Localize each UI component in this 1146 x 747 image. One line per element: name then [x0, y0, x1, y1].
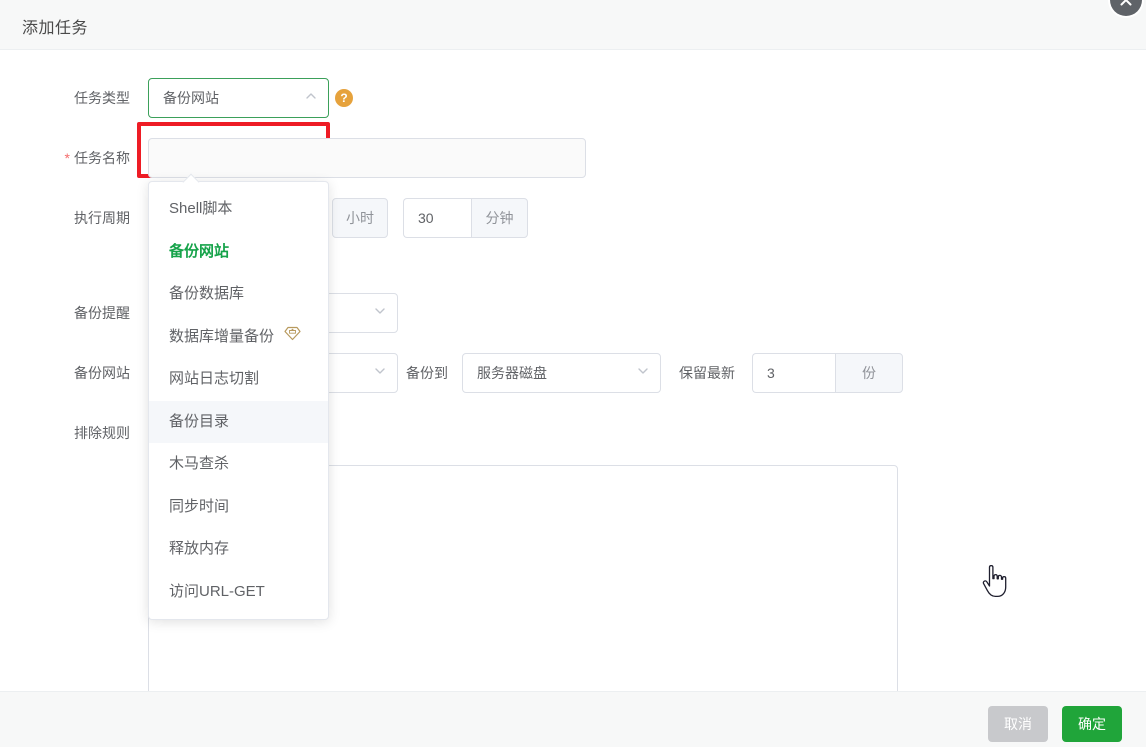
dialog-footer: 取消 确定 — [0, 691, 1146, 747]
dialog-body: 任务类型 备份网站 ? *任务名称 执行周期 小时 30 — [0, 50, 1146, 691]
schedule-minute-suffix: 分钟 — [471, 198, 528, 238]
keep-latest-suffix: 份 — [835, 353, 903, 393]
cancel-button[interactable]: 取消 — [988, 706, 1048, 742]
required-marker: * — [65, 150, 70, 166]
keep-latest-label: 保留最新 — [679, 353, 735, 393]
chevron-down-icon — [373, 294, 387, 332]
dropdown-item-label: 备份网站 — [169, 243, 229, 260]
dropdown-item-label: 访问URL-GET — [169, 583, 265, 600]
gem-icon — [284, 316, 301, 359]
label-task-type: 任务类型 — [20, 78, 130, 118]
task-type-help-icon[interactable]: ? — [335, 89, 353, 107]
task-type-select-value: 备份网站 — [163, 90, 219, 106]
dropdown-item-label: 备份数据库 — [169, 285, 244, 302]
dropdown-item-release-memory[interactable]: 释放内存 — [149, 528, 328, 571]
task-type-dropdown: Shell脚本 备份网站 备份数据库 数据库增量备份 网站 — [148, 181, 329, 620]
dropdown-item-visit-url-get[interactable]: 访问URL-GET — [149, 571, 328, 614]
label-exclude-rules: 排除规则 — [20, 413, 130, 453]
dropdown-item-label: 同步时间 — [169, 498, 229, 515]
chevron-up-icon — [304, 79, 318, 117]
keep-latest-value: 3 — [767, 365, 775, 381]
keep-latest-input[interactable]: 3 — [752, 353, 835, 393]
label-task-name: *任务名称 — [20, 138, 130, 178]
task-name-input[interactable] — [148, 138, 586, 178]
dropdown-item-sync-time[interactable]: 同步时间 — [149, 486, 328, 529]
label-backup-reminder: 备份提醒 — [20, 293, 130, 333]
chevron-down-icon — [373, 354, 387, 392]
dropdown-item-label: 数据库增量备份 — [169, 328, 274, 345]
label-schedule: 执行周期 — [20, 198, 130, 238]
schedule-minute-input[interactable]: 30 — [403, 198, 471, 238]
dropdown-item-backup-directory[interactable]: 备份目录 — [149, 401, 328, 444]
schedule-minute-value: 30 — [418, 210, 434, 226]
backup-to-select-value: 服务器磁盘 — [477, 365, 547, 381]
chevron-down-icon — [636, 354, 650, 392]
backup-to-label: 备份到 — [406, 353, 448, 393]
add-task-dialog: 添加任务 任务类型 备份网站 ? *任务名称 — [0, 0, 1146, 747]
dropdown-item-shell-script[interactable]: Shell脚本 — [149, 188, 328, 231]
schedule-hour-suffix: 小时 — [332, 198, 388, 238]
confirm-button[interactable]: 确定 — [1062, 706, 1122, 742]
dropdown-item-website-log-split[interactable]: 网站日志切割 — [149, 358, 328, 401]
dropdown-item-label: 备份目录 — [169, 413, 229, 430]
dropdown-item-trojan-scan[interactable]: 木马查杀 — [149, 443, 328, 486]
backup-to-select[interactable]: 服务器磁盘 — [462, 353, 661, 393]
dropdown-item-backup-website[interactable]: 备份网站 — [149, 231, 328, 274]
dropdown-item-backup-database[interactable]: 备份数据库 — [149, 273, 328, 316]
label-backup-website: 备份网站 — [20, 353, 130, 393]
task-type-select[interactable]: 备份网站 — [148, 78, 329, 118]
label-task-name-text: 任务名称 — [74, 150, 130, 166]
dialog-header: 添加任务 — [0, 0, 1146, 50]
dropdown-item-label: 网站日志切割 — [169, 370, 259, 387]
dropdown-item-label: 木马查杀 — [169, 455, 229, 472]
dropdown-item-label: Shell脚本 — [169, 200, 232, 217]
dropdown-item-label: 释放内存 — [169, 540, 229, 557]
page-title: 添加任务 — [22, 14, 88, 38]
dropdown-item-database-incremental-backup[interactable]: 数据库增量备份 — [149, 316, 328, 359]
